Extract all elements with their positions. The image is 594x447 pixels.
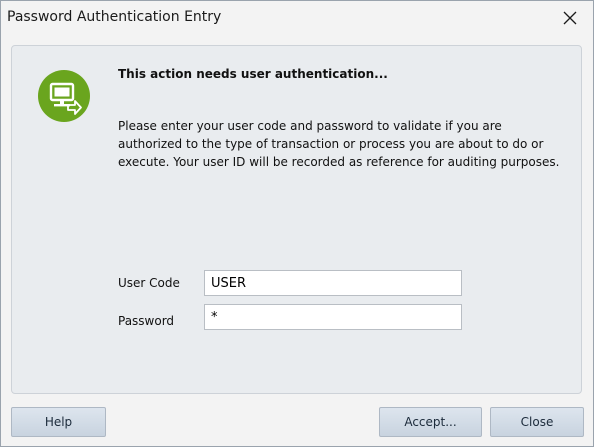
auth-dialog-window: Password Authentication Entry This actio… bbox=[0, 0, 594, 447]
help-button-label: Help bbox=[44, 415, 73, 429]
close-button-label: Close bbox=[520, 415, 554, 429]
close-icon bbox=[563, 11, 577, 24]
password-label: Password bbox=[118, 314, 175, 328]
title-bar: Password Authentication Entry bbox=[1, 1, 593, 34]
help-button[interactable]: Help bbox=[11, 407, 106, 437]
user-code-label: User Code bbox=[118, 276, 180, 290]
auth-description: Please enter your user code and password… bbox=[118, 119, 560, 169]
accept-button-label: Accept... bbox=[404, 415, 457, 429]
password-input[interactable] bbox=[204, 304, 462, 330]
window-title: Password Authentication Entry bbox=[7, 9, 222, 25]
computer-user-icon bbox=[37, 69, 91, 123]
auth-heading: This action needs user authentication... bbox=[118, 67, 388, 81]
accept-button[interactable]: Accept... bbox=[379, 407, 482, 437]
content-panel: This action needs user authentication...… bbox=[11, 45, 582, 394]
window-close-button[interactable] bbox=[547, 1, 593, 34]
user-code-input[interactable] bbox=[204, 270, 462, 296]
close-button[interactable]: Close bbox=[490, 407, 584, 437]
